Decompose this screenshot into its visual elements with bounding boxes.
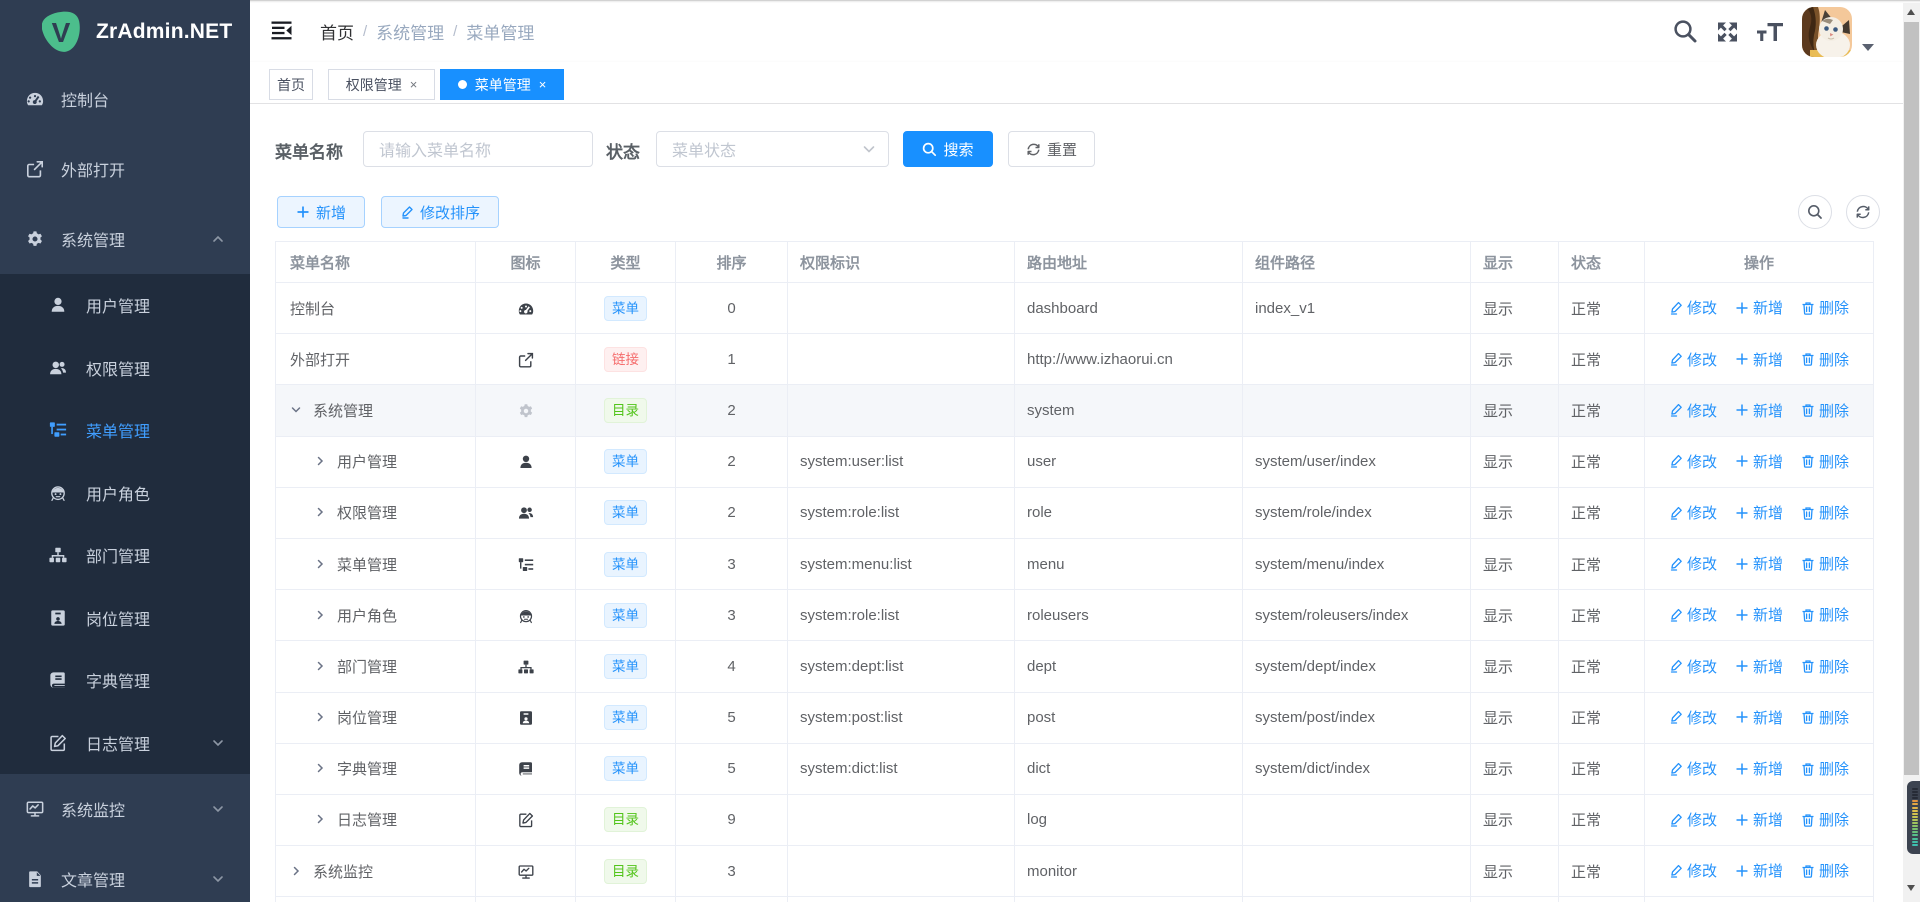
svg-text:V: V <box>52 17 71 48</box>
